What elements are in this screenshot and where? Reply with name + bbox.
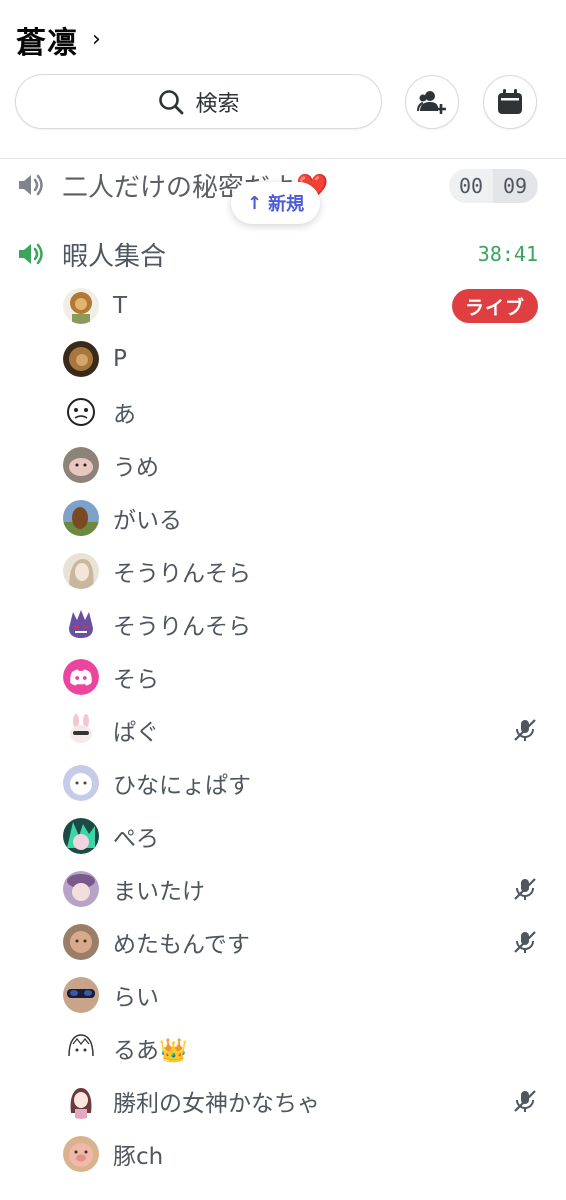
channel-timer-pill: 00 09 — [449, 169, 538, 203]
events-button[interactable] — [483, 75, 537, 129]
timer-minutes: 00 — [458, 174, 484, 198]
live-badge[interactable]: ライブ — [452, 289, 538, 323]
channel-timer: 38:41 — [477, 242, 538, 266]
avatar — [63, 606, 99, 642]
member-name: ぱぐ — [113, 720, 159, 746]
member-row[interactable]: まいたけ — [0, 865, 566, 913]
voice-channel-active[interactable]: 暇人集合 38:41 — [0, 229, 566, 279]
mic-muted-icon — [514, 719, 536, 741]
member-name: あ — [113, 402, 136, 428]
avatar — [63, 765, 99, 801]
member-row[interactable]: そうりんそら — [0, 600, 566, 648]
avatar — [63, 871, 99, 907]
avatar — [63, 1136, 99, 1172]
arrow-up-icon: ↑ — [247, 192, 263, 214]
invite-members-button[interactable] — [405, 75, 459, 129]
member-name: そら — [113, 667, 159, 693]
header-divider — [0, 158, 566, 159]
member-row[interactable]: そうりんそら — [0, 547, 566, 595]
member-row[interactable]: P — [0, 335, 566, 383]
member-row[interactable]: 豚ch — [0, 1130, 566, 1178]
member-row[interactable]: T ライブ — [0, 282, 566, 330]
member-row[interactable]: らい — [0, 971, 566, 1019]
avatar — [63, 553, 99, 589]
member-row[interactable]: めたもんです — [0, 918, 566, 966]
calendar-icon — [498, 89, 522, 114]
avatar — [63, 1030, 99, 1066]
member-name: 勝利の女神かなちゃ — [113, 1091, 320, 1117]
member-row[interactable]: るあ👑 — [0, 1024, 566, 1072]
member-row[interactable]: そら — [0, 653, 566, 701]
member-name: 豚ch — [113, 1144, 164, 1170]
timer-seconds: 09 — [493, 169, 537, 203]
member-name: そうりんそら — [113, 614, 251, 640]
chevron-right-icon[interactable]: › — [92, 27, 101, 52]
member-name: めたもんです — [113, 932, 250, 958]
member-row[interactable]: がいる — [0, 494, 566, 542]
member-name: ぺろ — [113, 826, 159, 852]
search-icon — [159, 89, 184, 114]
member-name: P — [113, 346, 127, 372]
member-name: そうりんそら — [113, 561, 251, 587]
server-header[interactable]: 蒼凛 › — [16, 18, 101, 62]
avatar — [63, 447, 99, 483]
avatar — [63, 818, 99, 854]
add-member-icon — [417, 91, 446, 114]
member-name: るあ👑 — [113, 1038, 188, 1064]
search-label: 検索 — [195, 91, 240, 117]
member-name: ひなにょぱす — [113, 773, 251, 799]
server-name[interactable]: 蒼凛 — [16, 18, 78, 62]
speaker-icon — [19, 174, 43, 196]
member-row[interactable]: うめ — [0, 441, 566, 489]
member-row[interactable]: 勝利の女神かなちゃ — [0, 1077, 566, 1125]
member-name: らい — [113, 985, 159, 1011]
avatar — [63, 924, 99, 960]
speaker-active-icon — [19, 243, 43, 265]
search-button[interactable]: 検索 — [15, 74, 382, 129]
member-name: まいたけ — [113, 879, 205, 905]
voice-channel-list-screen: 蒼凛 › 検索 二人だけの秘密だよ❤️ 00 09 ↑ 新規 暇人集合 38:4… — [0, 0, 566, 1200]
channel-name: 暇人集合 — [62, 241, 167, 272]
new-label: 新規 — [268, 194, 305, 215]
avatar — [63, 1083, 99, 1119]
avatar — [63, 977, 99, 1013]
new-activity-pill[interactable]: ↑ 新規 — [231, 182, 321, 224]
avatar — [63, 341, 99, 377]
mic-muted-icon — [514, 1090, 536, 1112]
member-row[interactable]: ひなにょぱす — [0, 759, 566, 807]
member-row[interactable]: ぺろ — [0, 812, 566, 860]
avatar — [63, 394, 99, 430]
discord-icon — [63, 659, 99, 695]
member-name: T — [113, 293, 128, 319]
mic-muted-icon — [514, 878, 536, 900]
avatar — [63, 500, 99, 536]
member-row[interactable]: あ — [0, 388, 566, 436]
avatar — [63, 288, 99, 324]
member-row[interactable]: ぱぐ — [0, 706, 566, 754]
mic-muted-icon — [514, 931, 536, 953]
avatar — [63, 712, 99, 748]
member-name: うめ — [113, 455, 159, 481]
member-name: がいる — [113, 508, 182, 534]
